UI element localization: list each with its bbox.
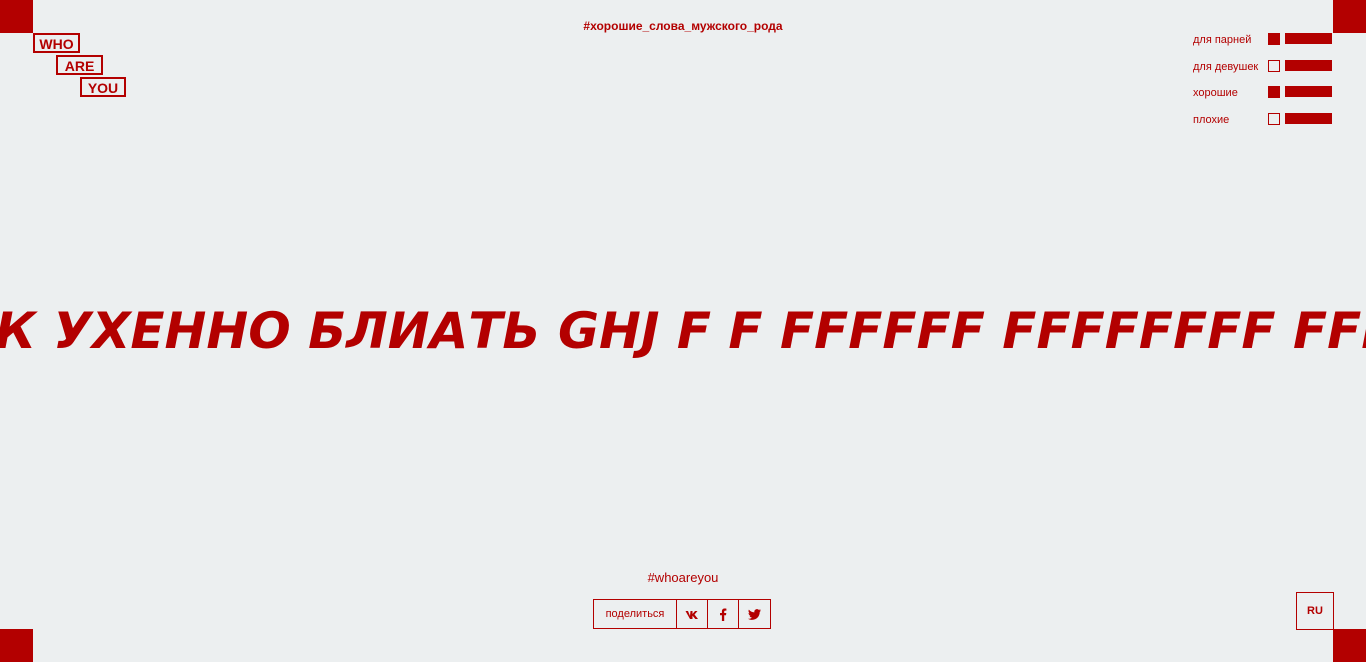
filter-bad[interactable]: плохие [1193,112,1333,139]
share-vk-button[interactable] [677,600,708,628]
filter-checkbox[interactable] [1268,86,1280,98]
logo-word-who: WHO [33,33,80,53]
filter-for-guys[interactable]: для парней [1193,32,1333,59]
filter-bar [1285,112,1332,124]
filter-bar [1285,86,1332,97]
filter-checkbox[interactable] [1268,112,1280,125]
marquee-text: К УХЕННО БЛИАТЬ GHJ F F FFFFFF FFFFFFFF … [0,302,1366,360]
logo-word-you: YOU [80,77,126,97]
language-switch-button[interactable]: RU [1296,592,1334,630]
share-twitter-button[interactable] [739,600,770,628]
bottom-hashtag-link[interactable]: #whoareyou [0,570,1366,585]
filter-checkbox[interactable] [1268,33,1280,45]
filter-label: хорошие [1193,87,1238,99]
filter-for-girls[interactable]: для девушек [1193,59,1333,86]
share-bar: поделиться [593,599,771,629]
share-facebook-button[interactable] [708,600,739,628]
filter-panel: для парней для девушек хорошие плохие [1193,32,1333,138]
filter-label: для девушек [1193,60,1259,73]
top-hashtag-link[interactable]: #хорошие_слова_мужского_рода [0,19,1366,33]
share-label: поделиться [594,600,677,628]
filter-bar [1285,33,1332,44]
logo[interactable]: WHO ARE YOU [33,33,143,103]
filter-label: для парней [1193,34,1252,46]
filter-bar [1285,59,1332,71]
facebook-icon [719,606,727,622]
logo-word-are: ARE [56,55,103,75]
vk-icon [685,606,700,621]
corner-square-bottom-right [1333,629,1366,662]
filter-label: плохие [1193,113,1230,126]
corner-square-bottom-left [0,629,33,662]
twitter-icon [748,606,761,621]
word-marquee: К УХЕННО БЛИАТЬ GHJ F F FFFFFF FFFFFFFF … [0,300,1366,364]
filter-checkbox[interactable] [1268,59,1280,72]
filter-good[interactable]: хорошие [1193,85,1333,112]
